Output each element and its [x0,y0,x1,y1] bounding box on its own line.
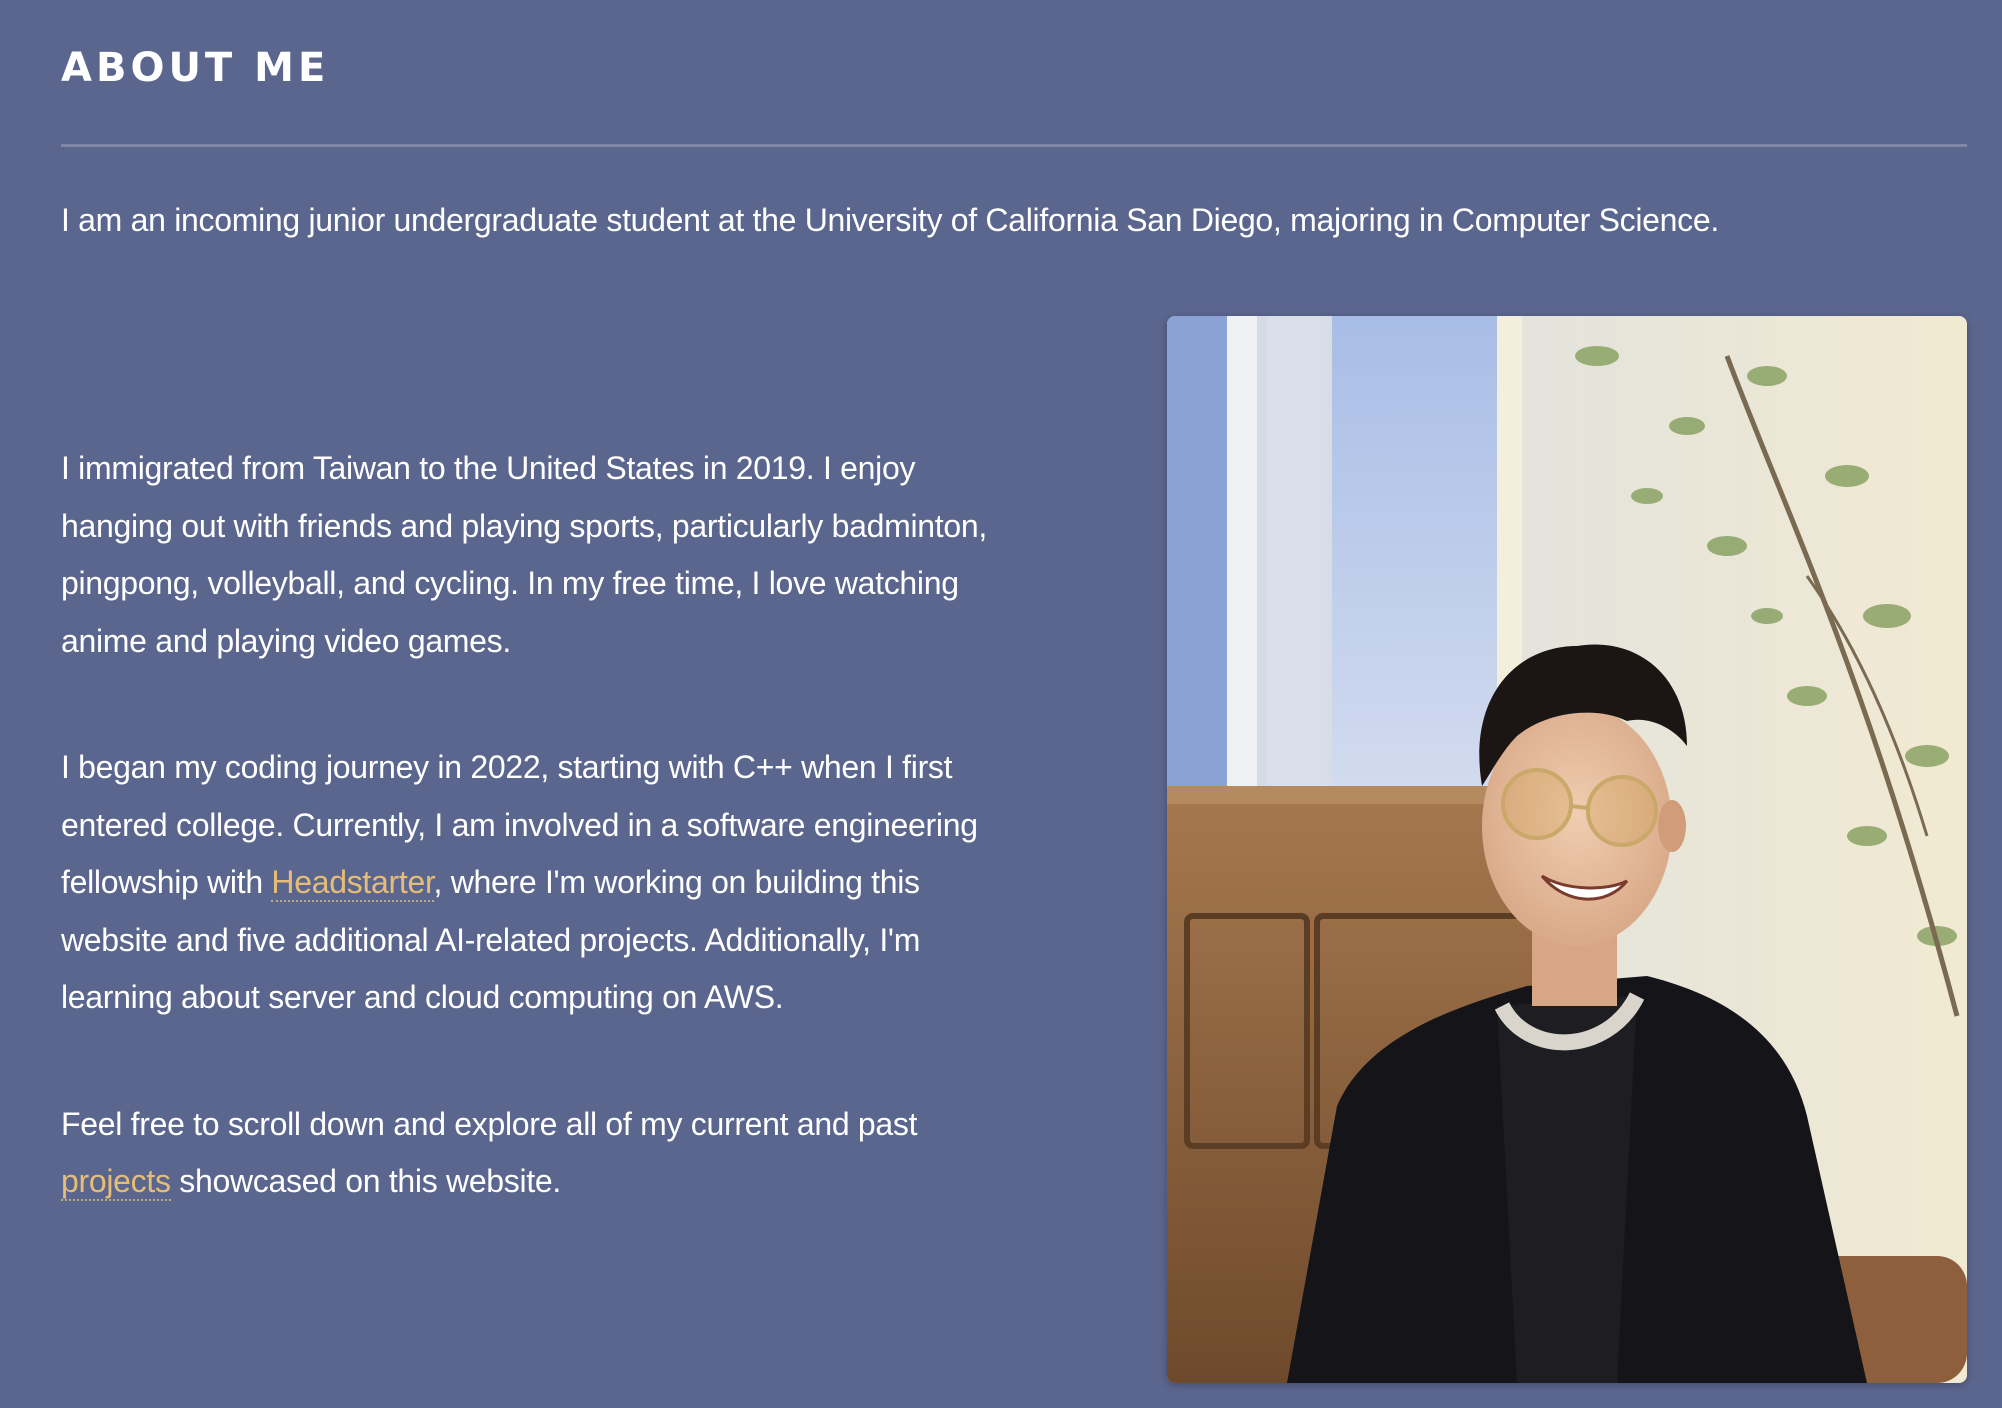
paragraph-coding-journey: I began my coding journey in 2022, start… [61,739,1001,1027]
paragraph-explore-after: showcased on this website. [170,1163,561,1199]
section-heading: ABOUT ME [61,45,330,91]
paragraph-explore: Feel free to scroll down and explore all… [61,1096,1001,1211]
profile-photo [1167,316,1967,1383]
heading-divider [61,144,1967,147]
about-me-section: ABOUT ME I am an incoming junior undergr… [0,0,2002,1408]
paragraph-explore-before: Feel free to scroll down and explore all… [61,1105,918,1142]
intro-text: I am an incoming junior undergraduate st… [61,202,1719,238]
headstarter-link[interactable]: Headstarter [271,864,434,902]
about-text-column: I immigrated from Taiwan to the United S… [61,440,1001,1280]
projects-link[interactable]: projects [61,1163,171,1201]
paragraph-background: I immigrated from Taiwan to the United S… [61,450,987,659]
